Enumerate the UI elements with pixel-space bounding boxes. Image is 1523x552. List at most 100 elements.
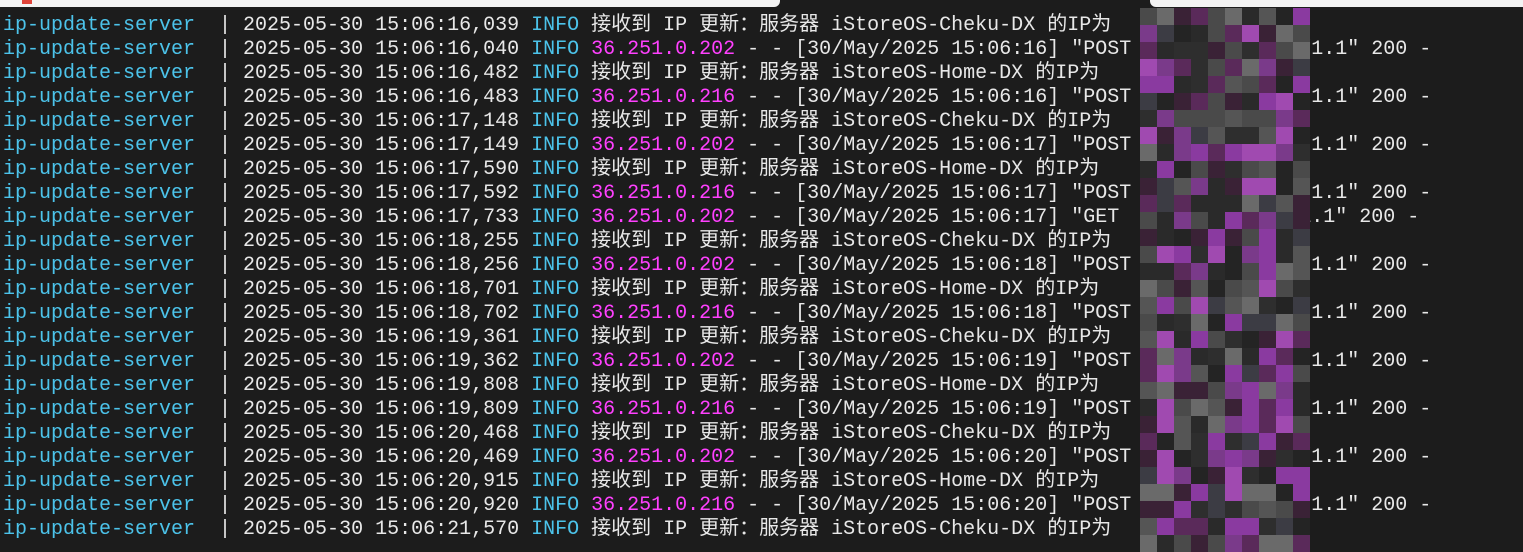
undefined	[519, 38, 531, 61]
mosaic-tile	[1242, 59, 1259, 76]
undefined	[579, 278, 591, 301]
mosaic-tile	[1242, 331, 1259, 348]
mosaic-tile	[1157, 484, 1174, 501]
mosaic-tile	[1276, 331, 1293, 348]
mosaic-tile	[1191, 297, 1208, 314]
mosaic-tile	[1259, 263, 1276, 280]
mosaic-tile	[1242, 229, 1259, 246]
mosaic-tile	[1276, 25, 1293, 42]
mosaic-tile	[1208, 144, 1225, 161]
message-suffix: 的IP为	[1035, 326, 1112, 349]
mosaic-tile	[1157, 25, 1174, 42]
mosaic-tile	[1157, 399, 1174, 416]
mosaic-tile	[1208, 348, 1225, 365]
message-prefix: 接收到 IP 更新：服务器	[591, 110, 832, 133]
mosaic-tile	[1242, 212, 1259, 229]
mosaic-tile	[1140, 382, 1157, 399]
mosaic-tile	[1259, 93, 1276, 110]
mosaic-tile	[1225, 263, 1242, 280]
mosaic-tile	[1276, 518, 1293, 535]
mosaic-tile	[1140, 178, 1157, 195]
mosaic-tile	[1208, 76, 1225, 93]
separator: |	[195, 494, 244, 517]
separator: |	[195, 182, 244, 205]
mosaic-tile	[1157, 127, 1174, 144]
mosaic-tile	[1208, 161, 1225, 178]
mosaic-tile	[1293, 450, 1310, 467]
mosaic-tile	[1208, 331, 1225, 348]
mosaic-tile	[1208, 518, 1225, 535]
mosaic-tile	[1276, 501, 1293, 518]
log-level: INFO	[531, 302, 580, 325]
request-info: - - [30/May/2025 15:06:20] "POST	[735, 446, 1144, 469]
mosaic-tile	[1174, 518, 1191, 535]
mosaic-tile	[1140, 450, 1157, 467]
mosaic-tile	[1259, 8, 1276, 25]
separator: |	[195, 38, 244, 61]
server-name: iStoreOS-Home-DX	[831, 470, 1024, 493]
mosaic-tile	[1174, 416, 1191, 433]
mosaic-tile	[1293, 195, 1310, 212]
mosaic-tile	[1191, 246, 1208, 263]
mosaic-tile	[1259, 144, 1276, 161]
separator: |	[195, 134, 244, 157]
mosaic-tile	[1157, 331, 1174, 348]
mosaic-tile	[1191, 467, 1208, 484]
mosaic-tile	[1140, 8, 1157, 25]
timestamp: 2025-05-30 15:06:19,808	[243, 374, 520, 397]
mosaic-tile	[1293, 127, 1310, 144]
service-name: ip-update-server	[3, 110, 196, 133]
mosaic-tile	[1259, 348, 1276, 365]
timestamp: 2025-05-30 15:06:16,482	[243, 62, 520, 85]
mosaic-tile	[1259, 331, 1276, 348]
mosaic-tile	[1225, 229, 1242, 246]
undefined	[519, 446, 531, 469]
mosaic-tile	[1191, 93, 1208, 110]
timestamp: 2025-05-30 15:06:19,809	[243, 398, 520, 421]
mosaic-tile	[1225, 25, 1242, 42]
mosaic-tile	[1191, 518, 1208, 535]
mosaic-tile	[1259, 25, 1276, 42]
log-level: INFO	[531, 446, 580, 469]
mosaic-tile	[1293, 229, 1310, 246]
undefined	[579, 326, 591, 349]
server-name: iStoreOS-Cheku-DX	[831, 422, 1036, 445]
undefined	[519, 206, 531, 229]
mosaic-tile	[1259, 127, 1276, 144]
mosaic-tile	[1242, 195, 1259, 212]
mosaic-tile	[1242, 25, 1259, 42]
mosaic-tile	[1174, 331, 1191, 348]
mosaic-tile	[1242, 416, 1259, 433]
mosaic-tile	[1191, 59, 1208, 76]
request-info: - - [30/May/2025 15:06:18] "POST	[735, 254, 1144, 277]
request-info: - - [30/May/2025 15:06:19] "POST	[735, 398, 1144, 421]
mosaic-tile	[1174, 348, 1191, 365]
client-ip: 36.251.0.202	[591, 134, 736, 157]
mosaic-tile	[1157, 535, 1174, 552]
mosaic-tile	[1140, 212, 1157, 229]
timestamp: 2025-05-30 15:06:17,590	[243, 158, 520, 181]
mosaic-tile	[1191, 484, 1208, 501]
mosaic-tile	[1293, 178, 1310, 195]
mosaic-tile	[1276, 93, 1293, 110]
mosaic-tile	[1174, 280, 1191, 297]
browser-tab[interactable]	[0, 0, 780, 7]
separator: |	[195, 86, 244, 109]
server-name: iStoreOS-Cheku-DX	[831, 230, 1036, 253]
mosaic-tile	[1157, 348, 1174, 365]
mosaic-tile	[1140, 348, 1157, 365]
mosaic-tile	[1242, 467, 1259, 484]
service-name: ip-update-server	[3, 158, 196, 181]
request-info: - - [30/May/2025 15:06:17] "GET	[735, 206, 1132, 229]
mosaic-tile	[1293, 467, 1310, 484]
browser-tab[interactable]	[1150, 0, 1523, 7]
mosaic-tile	[1293, 433, 1310, 450]
mosaic-tile	[1140, 144, 1157, 161]
mosaic-tile	[1208, 433, 1225, 450]
message-prefix: 接收到 IP 更新：服务器	[591, 518, 832, 541]
mosaic-tile	[1276, 467, 1293, 484]
undefined	[579, 422, 591, 445]
mosaic-tile	[1174, 93, 1191, 110]
mosaic-tile	[1157, 365, 1174, 382]
mosaic-tile	[1140, 365, 1157, 382]
